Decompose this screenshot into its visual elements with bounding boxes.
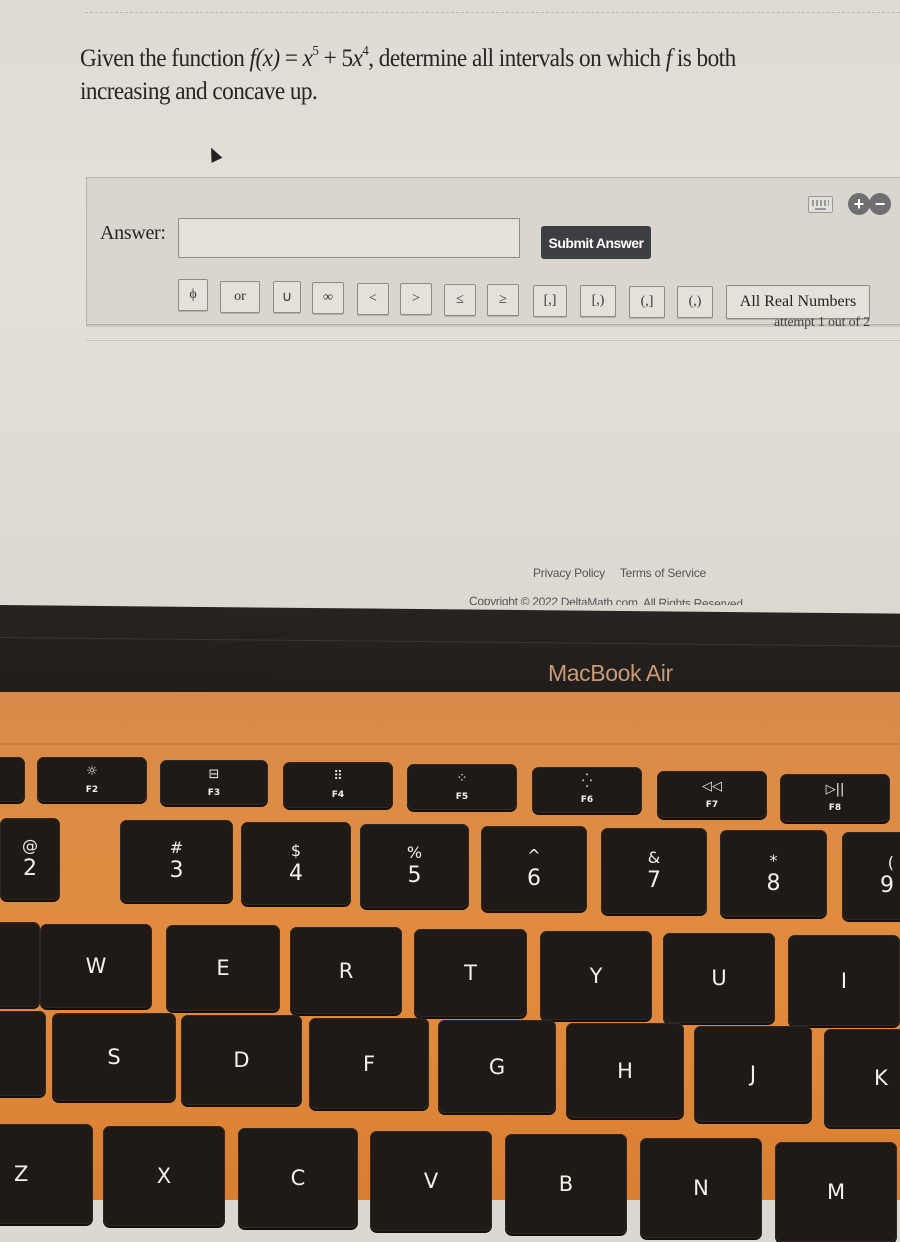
key-f5[interactable]: ⁘ F5 (407, 764, 517, 810)
key-9[interactable]: ( 9 (842, 832, 900, 920)
open-closed-interval-button[interactable]: (,] (629, 286, 665, 318)
key-g[interactable]: G (438, 1020, 556, 1113)
key-f2[interactable]: ☼ F2 (37, 757, 147, 802)
brightness-up-icon: ☼ (86, 763, 98, 779)
rewind-icon: ◁◁ (702, 778, 722, 794)
less-equal-button[interactable]: ≤ (444, 284, 476, 316)
key-4[interactable]: $ 4 (241, 822, 351, 905)
keyboard-backlight-down-icon: ⁘ (456, 771, 468, 786)
greater-than-button[interactable]: > (400, 283, 432, 315)
key-y[interactable]: Y (540, 931, 652, 1020)
key-x[interactable]: X (103, 1126, 225, 1226)
answer-input[interactable] (178, 218, 520, 258)
mouse-cursor-icon (205, 145, 223, 163)
question-text: Given the function f(x) = x5 + 5x4, dete… (80, 42, 889, 108)
footer-links: Privacy Policy Terms of Service (533, 566, 718, 580)
key-7[interactable]: & 7 (601, 828, 707, 914)
key-f4[interactable]: ⠿ F4 (283, 762, 393, 808)
play-pause-icon: ▷|| (825, 782, 845, 797)
key-b[interactable]: B (505, 1134, 627, 1234)
question-line-1: Given the function f(x) = x5 + 5x4, dete… (80, 44, 736, 73)
key-d[interactable]: D (181, 1015, 302, 1105)
hinge-line (0, 743, 900, 745)
mission-control-icon: ⊟ (208, 766, 220, 782)
key-j[interactable]: J (694, 1026, 812, 1122)
key-f[interactable]: F (309, 1018, 429, 1109)
privacy-policy-link[interactable]: Privacy Policy (533, 566, 605, 580)
key-m[interactable]: M (775, 1142, 897, 1242)
key-t[interactable]: T (414, 929, 527, 1017)
keyboard-backlight-up-icon: ⁛ (581, 774, 593, 789)
all-real-numbers-button[interactable]: All Real Numbers (726, 285, 870, 319)
answer-panel-shadow (86, 340, 900, 351)
key-i[interactable]: I (788, 935, 900, 1026)
terms-of-service-link[interactable]: Terms of Service (620, 566, 706, 580)
key-r[interactable]: R (290, 927, 402, 1014)
greater-equal-button[interactable]: ≥ (487, 284, 519, 316)
keyboard-icon[interactable] (808, 196, 833, 213)
key-2[interactable]: @ 2 (0, 818, 60, 900)
infinity-button[interactable]: ∞ (312, 282, 344, 314)
answer-label: Answer: (100, 222, 166, 244)
key-e[interactable]: E (166, 925, 280, 1011)
key-f3[interactable]: ⊟ F3 (160, 760, 268, 805)
key-s[interactable]: S (52, 1013, 176, 1101)
empty-set-button[interactable]: ϕ (178, 279, 208, 311)
submit-answer-button[interactable]: Submit Answer (541, 226, 651, 259)
or-button[interactable]: or (220, 281, 260, 313)
key-n[interactable]: N (640, 1138, 762, 1238)
key-f6[interactable]: ⁛ F6 (532, 767, 642, 813)
open-interval-button[interactable]: (,) (677, 286, 713, 318)
closed-open-interval-button[interactable]: [,) (580, 285, 616, 317)
key-h[interactable]: H (566, 1023, 684, 1118)
zoom-in-button[interactable]: + (848, 193, 870, 215)
key-v[interactable]: V (370, 1131, 492, 1231)
key-u[interactable]: U (663, 933, 775, 1023)
zoom-out-button[interactable]: − (869, 193, 891, 215)
key-3[interactable]: # 3 (120, 820, 233, 902)
key-q-partial[interactable] (0, 922, 40, 1007)
less-than-button[interactable]: < (357, 283, 389, 315)
attempt-counter: attempt 1 out of 2 (774, 315, 870, 330)
key-f7[interactable]: ◁◁ F7 (657, 771, 767, 818)
closed-interval-button[interactable]: [,] (533, 285, 567, 317)
key-z[interactable]: Z (0, 1124, 93, 1224)
function-lhs: f(x) (249, 45, 281, 72)
key-c[interactable]: C (238, 1128, 358, 1228)
key-f8[interactable]: ▷|| F8 (780, 774, 890, 822)
browser-screen: Given the function f(x) = x5 + 5x4, dete… (0, 0, 900, 605)
key-a-partial[interactable] (0, 1011, 46, 1096)
key-k[interactable]: K (824, 1029, 900, 1127)
key-w[interactable]: W (40, 924, 152, 1008)
laptop-brand-label: MacBook Air (548, 660, 673, 686)
key-5[interactable]: % 5 (360, 824, 469, 908)
union-button[interactable]: ∪ (273, 281, 301, 313)
key-6[interactable]: ^ 6 (481, 826, 587, 911)
key-f1-partial[interactable] (0, 757, 25, 802)
question-line-2: increasing and concave up. (80, 78, 318, 105)
key-8[interactable]: * 8 (720, 830, 827, 917)
copyright-text: Copyright © 2022 DeltaMath.com. All Righ… (468, 594, 746, 605)
page-divider (85, 12, 900, 13)
launchpad-icon: ⠿ (333, 769, 343, 784)
